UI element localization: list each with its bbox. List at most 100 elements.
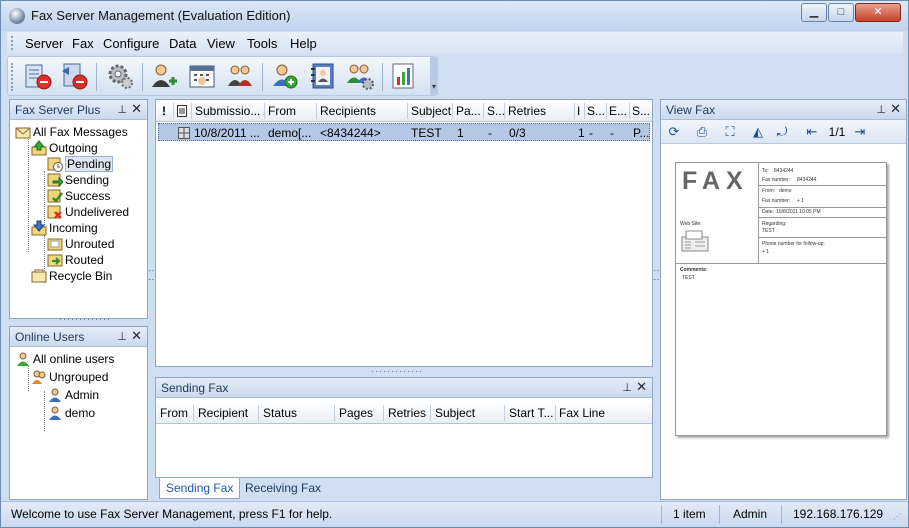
maximize-button[interactable]: □ xyxy=(828,3,854,22)
column-s2[interactable]: S... xyxy=(587,104,605,118)
horizontal-splitter[interactable]: ············· xyxy=(371,366,423,376)
next-page-icon[interactable]: ⇥ xyxy=(851,123,869,141)
column-subject[interactable]: Subject xyxy=(435,406,475,420)
tree-item-pending[interactable]: Pending xyxy=(47,156,114,172)
previous-page-icon[interactable]: ⇤ xyxy=(803,123,821,141)
close-icon[interactable]: ✕ xyxy=(890,101,901,117)
tree-item-routed[interactable]: Routed xyxy=(47,252,104,268)
tree-item-ungrouped[interactable]: Ungrouped xyxy=(31,369,108,385)
menu-grip[interactable] xyxy=(11,36,14,50)
tree-item-success[interactable]: Success xyxy=(47,188,110,204)
tree-item-sending[interactable]: Sending xyxy=(47,172,109,188)
tree-item-undelivered[interactable]: Undelivered xyxy=(47,204,129,220)
add-user-icon xyxy=(152,64,177,87)
menu-server[interactable]: Server xyxy=(25,36,63,51)
column-separator xyxy=(383,405,384,421)
fit-page-icon[interactable]: ⛶ xyxy=(721,123,739,141)
column-retries[interactable]: Retries xyxy=(388,406,426,420)
title-bar[interactable]: Fax Server Management (Evaluation Editio… xyxy=(1,1,908,31)
tree-item-incoming[interactable]: Incoming xyxy=(31,220,98,236)
users-icon xyxy=(228,65,252,86)
column-from[interactable]: From xyxy=(268,104,296,118)
user-settings-button[interactable] xyxy=(344,60,376,92)
column-pages[interactable]: Pages xyxy=(339,406,373,420)
fax-server-plus-panel: Fax Server Plus ⊥ ✕ All Fax Messages Out… xyxy=(9,99,148,319)
column-submission[interactable]: Submissio... xyxy=(195,104,263,118)
tree-item-recycle-bin[interactable]: Recycle Bin xyxy=(31,268,112,284)
tree-item-unrouted[interactable]: Unrouted xyxy=(47,236,114,252)
pin-icon[interactable]: ⊥ xyxy=(117,330,127,343)
column-e[interactable]: E... xyxy=(609,104,627,118)
disconnect-all-button[interactable] xyxy=(58,60,90,92)
column-recipients[interactable]: Recipients xyxy=(320,104,376,118)
menu-tools[interactable]: Tools xyxy=(247,36,277,51)
menu-help[interactable]: Help xyxy=(290,36,317,51)
close-icon[interactable]: ✕ xyxy=(636,379,647,395)
column-s3[interactable]: S... xyxy=(632,104,650,118)
report-button[interactable] xyxy=(388,60,420,92)
from-fax-number-label: Fax number: xyxy=(762,198,791,204)
menu-configure[interactable]: Configure xyxy=(103,36,159,51)
users-button[interactable] xyxy=(224,60,256,92)
address-book-button[interactable] xyxy=(306,60,338,92)
tree-item-outgoing[interactable]: Outgoing xyxy=(31,140,98,156)
cell-i: 1 xyxy=(578,126,585,140)
toolbar-separator xyxy=(142,63,143,91)
app-icon[interactable] xyxy=(9,8,25,24)
tree-item-all-fax-messages[interactable]: All Fax Messages xyxy=(15,124,128,140)
menu-fax[interactable]: Fax xyxy=(72,36,94,51)
fax-preview[interactable]: FAX To: 8434244 Fax number: 8434244 From… xyxy=(675,162,887,436)
disconnect-server-button[interactable] xyxy=(22,60,54,92)
minimize-button[interactable]: ▁ xyxy=(801,3,827,22)
new-user-button[interactable] xyxy=(268,60,300,92)
column-priority[interactable]: ! xyxy=(162,104,166,118)
tab-receiving-fax[interactable]: Receiving Fax xyxy=(239,478,327,499)
column-from[interactable]: From xyxy=(160,406,188,420)
column-separator xyxy=(258,405,259,421)
undelivered-x-icon xyxy=(47,204,63,220)
configure-button[interactable] xyxy=(104,60,136,92)
menu-view[interactable]: View xyxy=(207,36,235,51)
column-retries[interactable]: Retries xyxy=(508,104,546,118)
pin-icon[interactable]: ⊥ xyxy=(117,103,127,116)
success-check-icon xyxy=(47,188,63,204)
toolbar-grip[interactable] xyxy=(11,63,14,91)
column-recipient[interactable]: Recipient xyxy=(198,406,248,420)
column-i[interactable]: I xyxy=(577,104,580,118)
pin-icon[interactable]: ⊥ xyxy=(622,381,632,394)
column-s1[interactable]: S... xyxy=(487,104,505,118)
tab-sending-fax[interactable]: Sending Fax xyxy=(159,478,241,499)
column-attachment[interactable] xyxy=(177,105,187,120)
pin-icon[interactable]: ⊥ xyxy=(876,103,886,116)
tree-item-all-online-users[interactable]: All online users xyxy=(15,351,114,367)
user-group-icon xyxy=(15,351,31,367)
column-subject[interactable]: Subject xyxy=(411,104,451,118)
print-icon[interactable]: ⎙ xyxy=(693,123,711,141)
tree-item-user-admin[interactable]: Admin xyxy=(47,387,99,403)
column-separator xyxy=(334,405,335,421)
refresh-icon[interactable]: ⟳ xyxy=(665,123,683,141)
close-icon[interactable]: ✕ xyxy=(131,101,142,117)
menu-data[interactable]: Data xyxy=(169,36,196,51)
status-user: Admin xyxy=(733,507,768,521)
column-status[interactable]: Status xyxy=(263,406,297,420)
grid-header: ! Submissio... From Recipients Subject P… xyxy=(156,100,652,122)
rotate-icon[interactable]: ⤾ xyxy=(773,123,791,141)
schedule-button[interactable] xyxy=(186,60,218,92)
fax-row-icon xyxy=(178,127,190,142)
flip-icon[interactable]: ◭ xyxy=(749,123,767,141)
horizontal-splitter[interactable]: ············· xyxy=(59,314,111,324)
from-fax-number-value: + 1 xyxy=(797,198,805,204)
column-separator xyxy=(555,405,556,421)
tree-item-user-demo[interactable]: demo xyxy=(47,405,95,421)
toolbar-overflow-button[interactable]: ▾ xyxy=(430,57,438,95)
add-user-button[interactable] xyxy=(148,60,180,92)
close-button[interactable]: ✕ xyxy=(855,3,901,22)
column-separator xyxy=(452,103,453,119)
column-pages[interactable]: Pa... xyxy=(456,104,481,118)
resize-grip[interactable]: ⋰ xyxy=(893,512,901,521)
column-fax-line[interactable]: Fax Line xyxy=(559,406,605,420)
close-icon[interactable]: ✕ xyxy=(131,328,142,344)
table-row[interactable]: 10/8/2011 ... demo[... <8434244> TEST 1 … xyxy=(158,123,650,141)
column-start-time[interactable]: Start T... xyxy=(509,406,553,420)
